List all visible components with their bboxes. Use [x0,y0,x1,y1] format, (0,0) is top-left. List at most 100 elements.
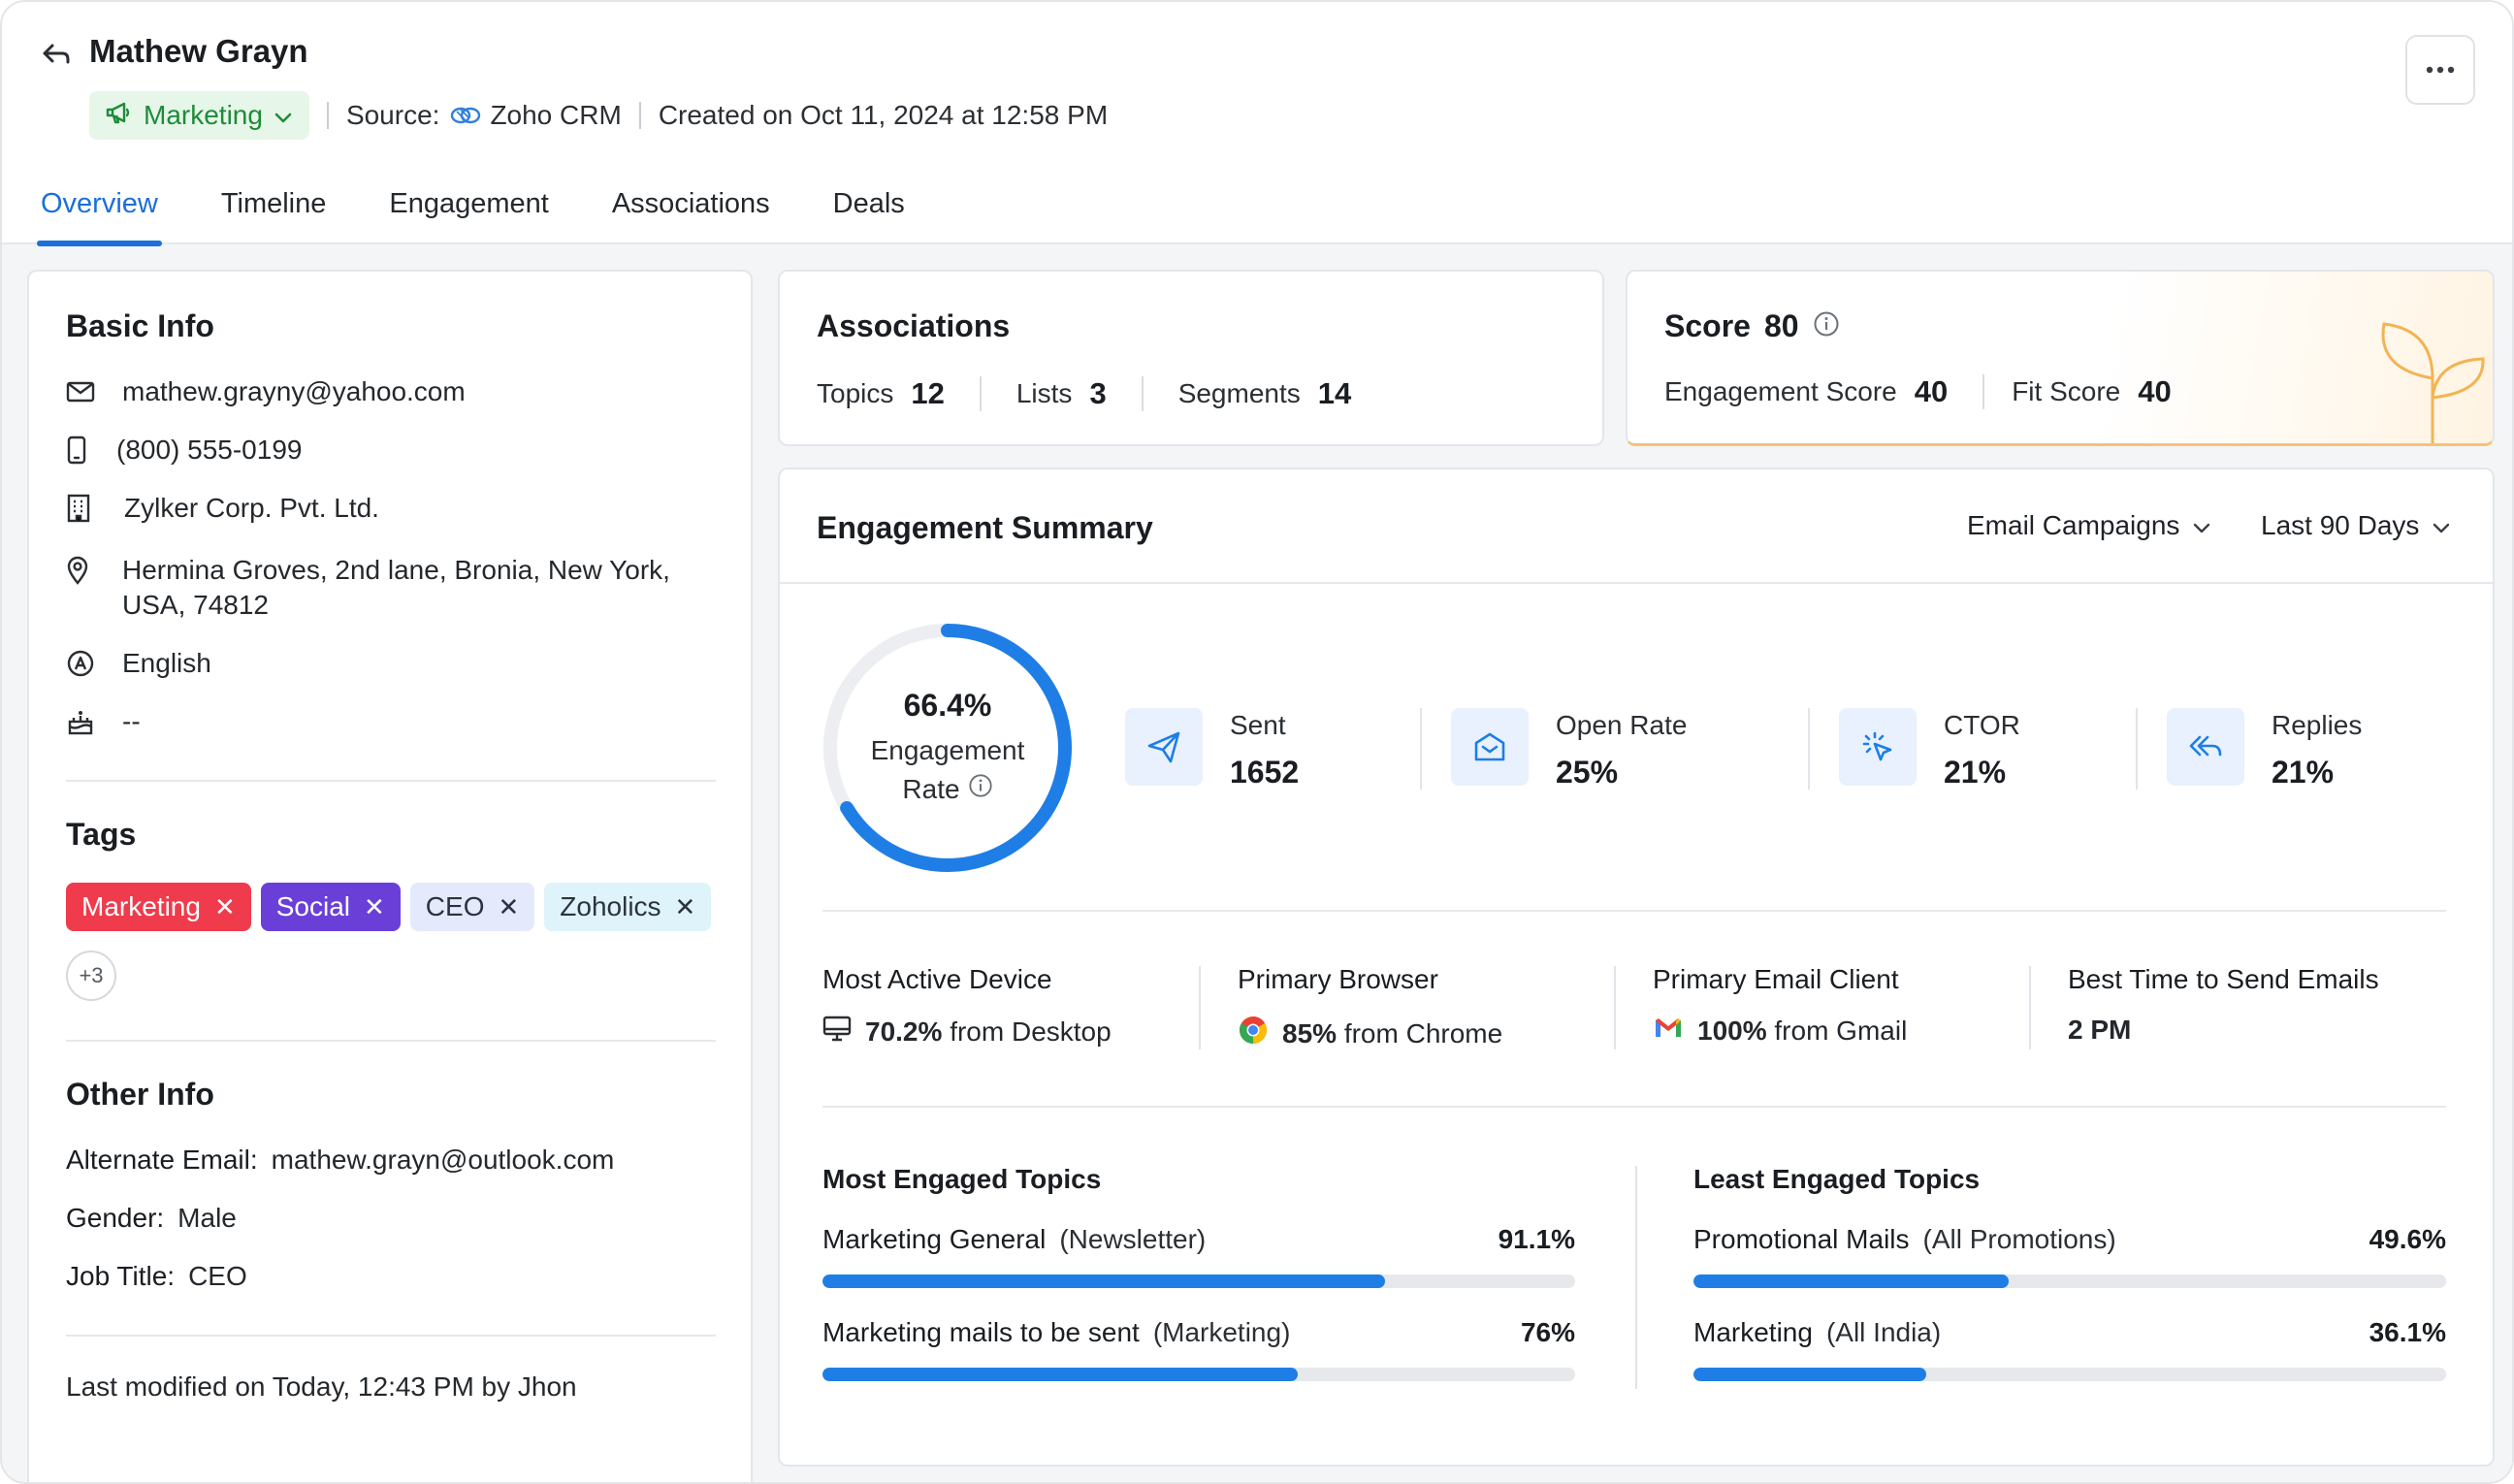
tab-associations[interactable]: Associations [612,177,770,244]
fit-score-value: 40 [2138,374,2172,408]
date-range-dropdown[interactable]: Last 90 Days [2261,510,2450,541]
metric-title: Best Time to Send Emails [2068,964,2379,994]
alternate-email-value[interactable]: mathew.grayn@outlook.com [272,1145,615,1175]
metric-detail: from Chrome [1343,1017,1503,1048]
tab-overview[interactable]: Overview [37,177,162,246]
email-value[interactable]: mathew.grayny@yahoo.com [122,374,466,409]
app-frame: Mathew Grayn Marketing Source: Zoho CRM … [0,0,2514,1484]
zoho-crm-icon [449,105,482,126]
gender-row: Gender: Male [66,1203,237,1234]
remove-tag-icon[interactable]: ✕ [675,892,696,922]
topic-percent: 76% [1520,1317,1575,1347]
gauge-label: 66.4% Engagement Rate [821,621,1075,875]
job-title-value: CEO [188,1261,247,1291]
stat-value: 1652 [1230,755,1300,790]
segments-count[interactable]: Segments 14 [1178,376,1352,411]
building-icon [66,491,99,526]
address-line-2: USA, 74812 [122,590,269,620]
progress-track [822,1274,1575,1288]
last-modified: Last modified on Today, 12:43 PM by Jhon [66,1371,577,1402]
topics-count[interactable]: Topics 12 [817,376,945,411]
metric-separator [2029,966,2031,1049]
topic-row[interactable]: Marketing (All India) 36.1% [1693,1317,2446,1381]
metric-separator [1614,966,1616,1049]
campaign-type-dropdown[interactable]: Email Campaigns [1967,510,2210,541]
segments-value: 14 [1317,376,1352,410]
contact-name: Mathew Grayn [89,33,308,69]
section-divider [66,1335,716,1337]
stat-label: Open Rate [1556,710,1688,740]
best-send-time: Best Time to Send Emails 2 PM [2068,964,2379,1046]
tag-ceo[interactable]: CEO ✕ [409,883,535,931]
topic-category: (All Promotions) [1922,1224,2116,1254]
stat-value: 21% [1944,755,2007,790]
lists-label: Lists [1015,378,1073,408]
stat-label: Replies [2272,710,2363,740]
gmail-icon [1653,1015,1684,1047]
remove-tag-icon[interactable]: ✕ [498,892,519,922]
info-icon[interactable] [1813,310,1840,342]
meta-separator [638,102,641,129]
score-card: Score 80 Engagement Score 40 Fit Score 4… [1626,270,2495,446]
segments-label: Segments [1177,378,1301,408]
topic-category: (All India) [1825,1317,1942,1347]
score-separator [1982,374,1985,409]
topics-separator [1635,1166,1637,1389]
tab-engagement[interactable]: Engagement [389,177,548,244]
tag-label: CEO [425,891,485,921]
tab-timeline[interactable]: Timeline [221,177,327,244]
topic-name: Marketing [1693,1317,1813,1347]
tag-zoholics[interactable]: Zoholics ✕ [544,883,712,931]
more-options-button[interactable] [2405,35,2475,105]
stat-separator [1420,708,1422,790]
progress-fill [822,1274,1385,1288]
topics-label: Topics [817,378,894,408]
send-icon [1125,708,1203,786]
topic-row[interactable]: Marketing General (Newsletter) 91.1% [822,1224,1575,1288]
metric-value-row: 85% from Chrome [1282,1018,1502,1049]
contact-type-dropdown[interactable]: Marketing [89,91,309,140]
back-arrow-icon[interactable] [39,37,74,72]
metric-value-row: 70.2% from Desktop [865,1016,1112,1048]
alternate-email-row: Alternate Email: mathew.grayn@outlook.com [66,1145,614,1176]
stat-label: CTOR [1944,710,2020,740]
gender-key: Gender: [66,1203,165,1233]
topic-category: (Marketing) [1152,1317,1291,1347]
more-tags-button[interactable]: +3 [66,951,116,1001]
desktop-icon [822,1015,852,1048]
count-separator [979,376,982,411]
tag-social[interactable]: Social ✕ [260,883,401,931]
score-title: Score [1664,308,1751,343]
engagement-score-label: Engagement Score [1664,376,1897,406]
phone-value[interactable]: (800) 555-0199 [116,433,302,468]
tag-label: Marketing [81,891,201,921]
email-row: mathew.grayny@yahoo.com [66,374,466,409]
topic-percent: 49.6% [2369,1224,2446,1254]
source-label: Source: [345,100,440,130]
topic-row[interactable]: Marketing mails to be sent (Marketing) 76… [822,1317,1575,1381]
reply-all-icon [2167,708,2244,786]
tag-label: Social [275,891,350,921]
metric-value: 100% [1697,1015,1767,1046]
language-icon [66,646,99,681]
topic-percent: 36.1% [2369,1317,2446,1347]
other-info-title: Other Info [66,1077,214,1112]
metric-title: Primary Email Client [1653,964,1899,994]
engagement-rate-value: 66.4% [903,687,992,723]
tag-marketing[interactable]: Marketing ✕ [66,883,251,931]
topic-row[interactable]: Promotional Mails (All Promotions) 49.6% [1693,1224,2446,1288]
engagement-rate-label-1: Engagement [870,734,1025,765]
remove-tag-icon[interactable]: ✕ [364,892,385,922]
associations-title: Associations [817,308,1011,343]
language-value: English [122,648,211,678]
topic-category: (Newsletter) [1059,1224,1207,1254]
gender-value: Male [177,1203,237,1233]
metric-title: Most Active Device [822,964,1052,994]
remove-tag-icon[interactable]: ✕ [214,892,236,922]
tab-deals[interactable]: Deals [833,177,905,244]
lists-count[interactable]: Lists 3 [1016,376,1107,411]
score-title-row: Score 80 [1664,308,1840,344]
more-dots-icon [2426,61,2455,79]
info-icon[interactable] [968,770,993,809]
engagement-score-value: 40 [1914,374,1949,408]
